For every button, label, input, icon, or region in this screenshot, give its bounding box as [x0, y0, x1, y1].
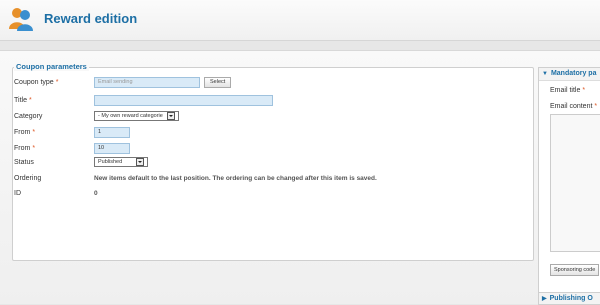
- status-select[interactable]: Published: [94, 157, 149, 167]
- id-label: ID: [14, 189, 21, 197]
- top-bar: Reward edition: [0, 0, 600, 41]
- users-icon: [9, 8, 33, 31]
- mandatory-parameters-header[interactable]: ▼ Mandatory pa: [539, 68, 600, 81]
- from-row-2: From * 10: [14, 142, 130, 154]
- ordering-row: Ordering New items default to the last p…: [14, 172, 377, 184]
- coupon-type-row: Coupon type * Email sending Select: [14, 76, 232, 88]
- category-select[interactable]: - My own reward categorie: [94, 111, 179, 121]
- from-label-2: From *: [14, 144, 36, 152]
- status-select-value: Published: [98, 159, 123, 165]
- coupon-parameters-legend: Coupon parameters: [14, 62, 89, 71]
- chevron-down-icon: [166, 112, 175, 120]
- sponsoring-code-button[interactable]: Sponsoring code: [550, 264, 600, 276]
- coupon-type-label: Coupon type *: [14, 78, 59, 86]
- status-row: Status Published: [14, 156, 149, 168]
- category-label: Category: [14, 112, 43, 120]
- chevron-down-icon: [136, 158, 145, 166]
- triangle-right-icon: ▶: [542, 296, 547, 302]
- id-value: 0: [94, 189, 98, 197]
- select-button[interactable]: Select: [204, 76, 232, 88]
- mandatory-parameters-panel: ▼ Mandatory pa Email title * Email content…: [538, 67, 600, 299]
- coupon-type-field[interactable]: Email sending: [94, 76, 200, 88]
- email-content-label: Email content *: [550, 103, 598, 110]
- publishing-options-header[interactable]: ▶ Publishing O: [538, 292, 600, 305]
- page-title: Reward edition: [44, 11, 138, 26]
- email-title-label: Email title *: [550, 87, 586, 94]
- status-label: Status: [14, 158, 34, 166]
- from-input-1[interactable]: 1: [94, 126, 130, 138]
- ordering-note: New items default to the last position. …: [94, 174, 377, 182]
- from-label-1: From *: [14, 128, 36, 136]
- triangle-down-icon: ▼: [542, 71, 548, 77]
- category-row: Category - My own reward categorie: [14, 110, 179, 122]
- from-row-1: From * 1: [14, 126, 130, 138]
- email-content-editor[interactable]: [550, 114, 600, 252]
- from-input-2[interactable]: 10: [94, 142, 130, 154]
- main-content: Coupon parameters Coupon type * Email sen…: [0, 50, 600, 304]
- id-row: ID 0: [14, 187, 98, 199]
- title-input[interactable]: [94, 94, 273, 106]
- title-row: Title *: [14, 94, 273, 106]
- ordering-label: Ordering: [14, 174, 42, 182]
- title-label: Title *: [14, 96, 32, 104]
- category-select-value: - My own reward categorie: [98, 113, 163, 119]
